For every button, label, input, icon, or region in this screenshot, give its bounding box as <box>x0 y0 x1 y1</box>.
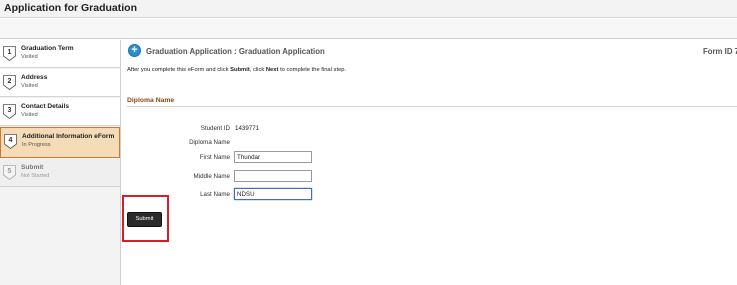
step-graduation-term[interactable]: 1 Graduation Term Visited <box>0 40 120 68</box>
page-title: Application for Graduation <box>4 2 137 14</box>
student-id-label: Student ID <box>200 125 230 132</box>
step-label: Contact Details <box>21 103 69 110</box>
step-label: Additional Information eForm <box>22 133 115 140</box>
step-number-icon: 1 <box>3 46 16 61</box>
step-status: Visited <box>21 112 38 118</box>
step-label: Graduation Term <box>21 45 74 52</box>
step-number-icon: 3 <box>3 104 16 119</box>
title-bar: Application for Graduation <box>0 0 737 18</box>
middle-name-label: Middle Name <box>193 173 230 180</box>
section-title: Diploma Name <box>127 97 175 104</box>
diploma-name-label: Diploma Name <box>189 139 230 146</box>
student-id-value: 1439771 <box>235 125 260 132</box>
step-status: In Progress <box>22 142 51 148</box>
step-contact-details[interactable]: 3 Contact Details Visited <box>0 98 120 126</box>
step-address[interactable]: 2 Address Visited <box>0 69 120 97</box>
step-label: Address <box>21 74 48 81</box>
sub-toolbar <box>0 19 737 39</box>
step-number-icon: 4 <box>4 134 17 149</box>
last-name-input[interactable] <box>234 188 312 200</box>
first-name-label: First Name <box>199 154 230 161</box>
step-status: Not Started <box>21 173 50 179</box>
form-header: Graduation Application : Graduation Appl… <box>146 47 325 56</box>
section-divider <box>127 106 737 107</box>
step-number-icon: 2 <box>3 75 16 90</box>
submit-button[interactable]: Submit <box>127 212 162 227</box>
step-additional-information[interactable]: 4 Additional Information eForm In Progre… <box>0 127 120 158</box>
step-label: Submit <box>21 164 44 171</box>
step-navigation: 1 Graduation Term Visited 2 Address Visi… <box>0 40 121 285</box>
step-status: Visited <box>21 83 38 89</box>
middle-name-input[interactable] <box>234 170 312 182</box>
form-id-label: Form ID 7 <box>703 47 737 56</box>
step-number-icon: 5 <box>3 165 16 180</box>
step-status: Visited <box>21 54 38 60</box>
plus-icon[interactable]: + <box>128 44 141 57</box>
form-area: + Graduation Application : Graduation Ap… <box>121 40 737 285</box>
instructions-text: After you complete this eForm and click … <box>127 67 347 73</box>
first-name-input[interactable] <box>234 151 312 163</box>
step-submit[interactable]: 5 Submit Not Started <box>0 159 120 187</box>
